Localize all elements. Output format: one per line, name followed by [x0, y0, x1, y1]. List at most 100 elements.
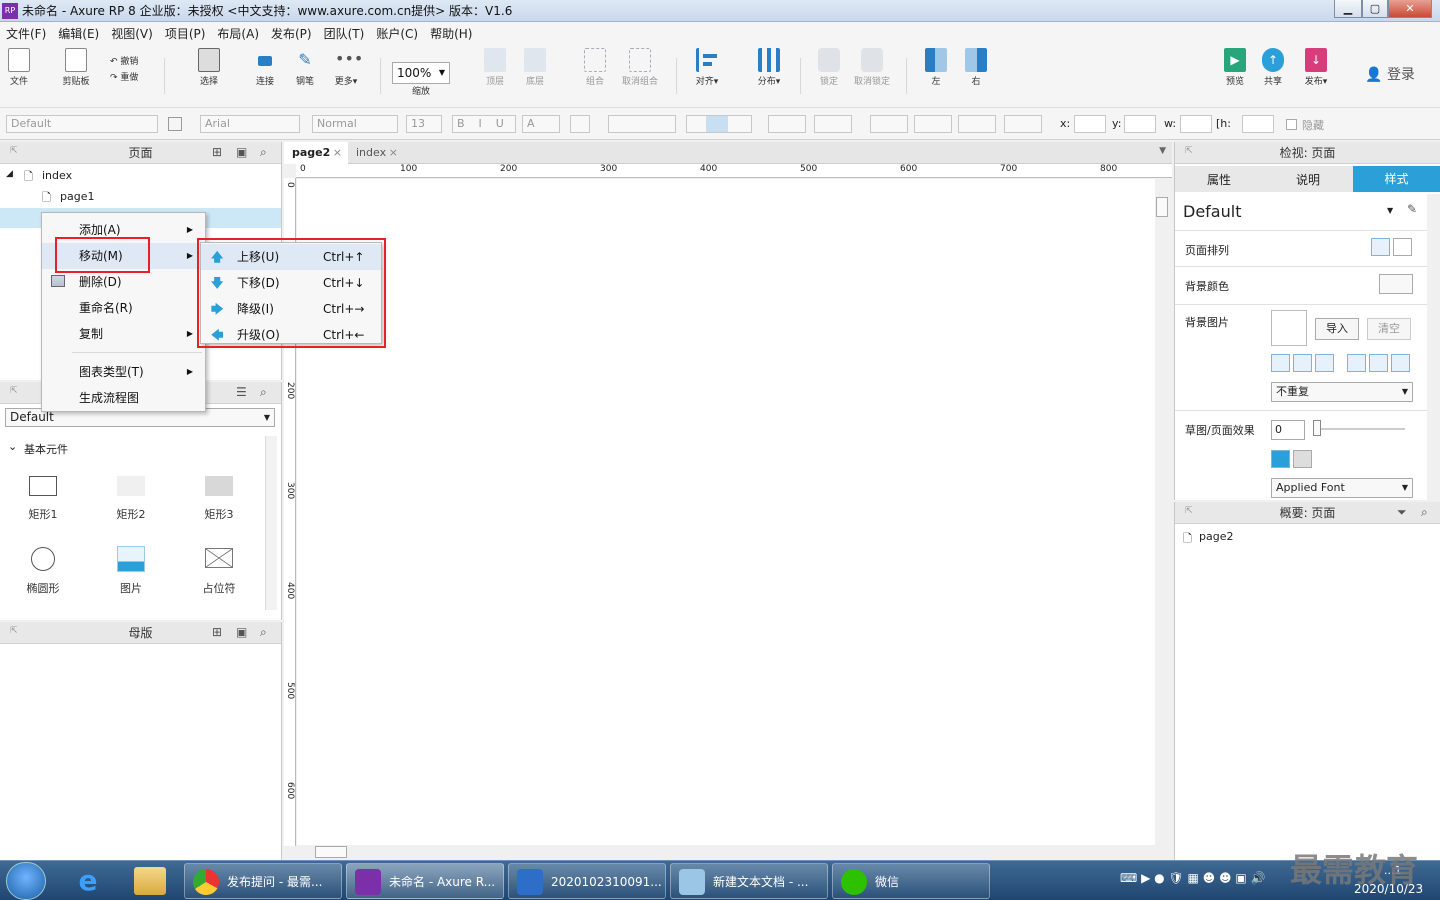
style-select[interactable]: Default: [6, 115, 158, 133]
menu-file[interactable]: 文件(F): [6, 25, 46, 42]
bg-color-picker[interactable]: [1379, 274, 1413, 294]
menu-publish[interactable]: 发布(P): [271, 25, 312, 42]
img-align-top-icon[interactable]: [1347, 354, 1366, 372]
menu-help[interactable]: 帮助(H): [430, 25, 472, 42]
image-icon[interactable]: [117, 546, 145, 572]
tabs-dropdown-icon[interactable]: ▼: [1159, 146, 1166, 156]
scroll-thumb[interactable]: [1156, 197, 1168, 217]
select-button[interactable]: 选择: [196, 48, 222, 87]
task-axure[interactable]: 未命名 - Axure R...: [346, 863, 504, 899]
tree-item-page1[interactable]: page1: [60, 190, 94, 203]
style-edit-icon[interactable]: [168, 117, 182, 131]
design-canvas[interactable]: [297, 179, 1155, 845]
menu-item-generate-flow[interactable]: 生成流程图: [42, 385, 205, 411]
filter-icon[interactable]: ⏷: [1397, 505, 1407, 520]
inspector-scrollbar[interactable]: [1427, 194, 1440, 500]
bold-italic-underline-group[interactable]: BIU: [452, 115, 516, 133]
explorer-icon[interactable]: [134, 867, 166, 895]
canvas-vscrollbar[interactable]: [1155, 179, 1169, 845]
minimize-icon[interactable]: ▁: [1334, 0, 1362, 18]
img-align-bottom-icon[interactable]: [1391, 354, 1410, 372]
search-icon[interactable]: ⌕: [260, 385, 267, 400]
ellipse-icon[interactable]: [31, 547, 55, 571]
bullet-list-icon[interactable]: [570, 115, 590, 133]
clear-button[interactable]: 清空: [1367, 318, 1411, 340]
zoom-value[interactable]: 100% ▼: [392, 62, 450, 84]
align-button[interactable]: 对齐▾: [690, 48, 724, 87]
expand-icon[interactable]: ◢: [6, 169, 13, 179]
tab-page2[interactable]: page2 ×: [284, 142, 348, 164]
menu-edit[interactable]: 编辑(E): [58, 25, 99, 42]
font-color-icon[interactable]: A: [522, 115, 560, 133]
weight-select[interactable]: Normal: [312, 115, 398, 133]
sketch-input[interactable]: 0: [1271, 420, 1305, 440]
menu-item-duplicate[interactable]: 复制 ▶: [42, 321, 205, 347]
search-icon[interactable]: ⌕: [260, 625, 267, 640]
left-button[interactable]: 左: [924, 48, 948, 87]
rectangle3-icon[interactable]: [205, 476, 233, 496]
h-input[interactable]: [1242, 115, 1274, 133]
img-align-left-icon[interactable]: [1271, 354, 1290, 372]
tab-style[interactable]: 样式: [1353, 166, 1440, 192]
menu-project[interactable]: 项目(P): [165, 25, 206, 42]
style-name[interactable]: Default: [1183, 202, 1241, 221]
task-wechat[interactable]: 微信: [832, 863, 990, 899]
tab-properties[interactable]: 属性: [1175, 171, 1263, 188]
add-master-icon[interactable]: ⊞: [212, 625, 222, 639]
send-bottom-button[interactable]: 底层: [522, 48, 548, 87]
outline-item-page2[interactable]: page2: [1199, 530, 1233, 543]
sketch-slider[interactable]: [1313, 428, 1405, 430]
hidden-checkbox[interactable]: [1286, 119, 1297, 130]
unlock-button[interactable]: 取消锁定: [852, 48, 892, 87]
tree-item-index[interactable]: index: [42, 169, 72, 182]
menu-team[interactable]: 团队(T): [324, 25, 365, 42]
sketch-slider-thumb[interactable]: [1313, 420, 1321, 436]
zoom-select[interactable]: 100% ▼ 缩放: [392, 48, 450, 97]
repeat-select[interactable]: 不重复 ▼: [1271, 382, 1413, 402]
menu-item-diagram-type[interactable]: 图表类型(T) ▶: [42, 359, 205, 385]
bg-image-preview[interactable]: [1271, 310, 1307, 346]
align-text-group[interactable]: [608, 115, 676, 133]
img-align-center-icon[interactable]: [1293, 354, 1312, 372]
preview-button[interactable]: ▶ 预览: [1222, 48, 1248, 87]
scroll-thumb[interactable]: [315, 846, 347, 858]
font-select[interactable]: Arial: [200, 115, 300, 133]
color-mode-icon[interactable]: [1271, 450, 1290, 468]
img-align-middle-icon[interactable]: [1369, 354, 1388, 372]
placeholder-icon[interactable]: [205, 548, 233, 568]
shadow-icon[interactable]: [814, 115, 852, 133]
search-icon[interactable]: ⌕: [260, 145, 267, 160]
pin-icon[interactable]: ⇱: [10, 626, 18, 636]
font-size-select[interactable]: 13: [406, 115, 442, 133]
menu-account[interactable]: 账户(C): [376, 25, 418, 42]
close-icon[interactable]: ✕: [1388, 0, 1432, 18]
login-button[interactable]: 👤 登录: [1362, 64, 1418, 84]
ungroup-button[interactable]: 取消组合: [618, 48, 662, 87]
line-width-icon[interactable]: [914, 115, 952, 133]
right-button[interactable]: 右: [964, 48, 988, 87]
x-input[interactable]: [1074, 115, 1106, 133]
rectangle1-icon[interactable]: [29, 476, 57, 496]
task-doc[interactable]: 2020102310091...: [508, 863, 666, 899]
connect-button[interactable]: 连接: [252, 48, 278, 87]
arrow-style-icon[interactable]: [1004, 115, 1042, 133]
add-folder-icon[interactable]: ▣: [236, 145, 247, 159]
w-input[interactable]: [1180, 115, 1212, 133]
bring-top-button[interactable]: 顶层: [482, 48, 508, 87]
redo-button[interactable]: ↷ 重做: [110, 70, 150, 83]
ie-icon[interactable]: e: [72, 865, 104, 897]
edit-style-icon[interactable]: ✎: [1407, 202, 1417, 216]
start-button[interactable]: [6, 862, 46, 900]
publish-button[interactable]: ↓ 发布▾: [1298, 48, 1334, 87]
maximize-icon[interactable]: ▢: [1362, 0, 1388, 18]
chevron-down-icon[interactable]: ⌄: [8, 440, 17, 453]
lock-button[interactable]: 锁定: [816, 48, 842, 87]
pin-icon[interactable]: ⇱: [10, 146, 18, 156]
font-select[interactable]: Applied Font ▼: [1271, 478, 1413, 498]
library-scrollbar[interactable]: [265, 436, 277, 610]
search-icon[interactable]: ⌕: [1421, 505, 1428, 520]
rectangle2-icon[interactable]: [117, 476, 145, 496]
align-center-icon[interactable]: [1393, 238, 1412, 256]
import-button[interactable]: 导入: [1315, 318, 1359, 340]
close-tab-icon[interactable]: ×: [389, 142, 398, 164]
